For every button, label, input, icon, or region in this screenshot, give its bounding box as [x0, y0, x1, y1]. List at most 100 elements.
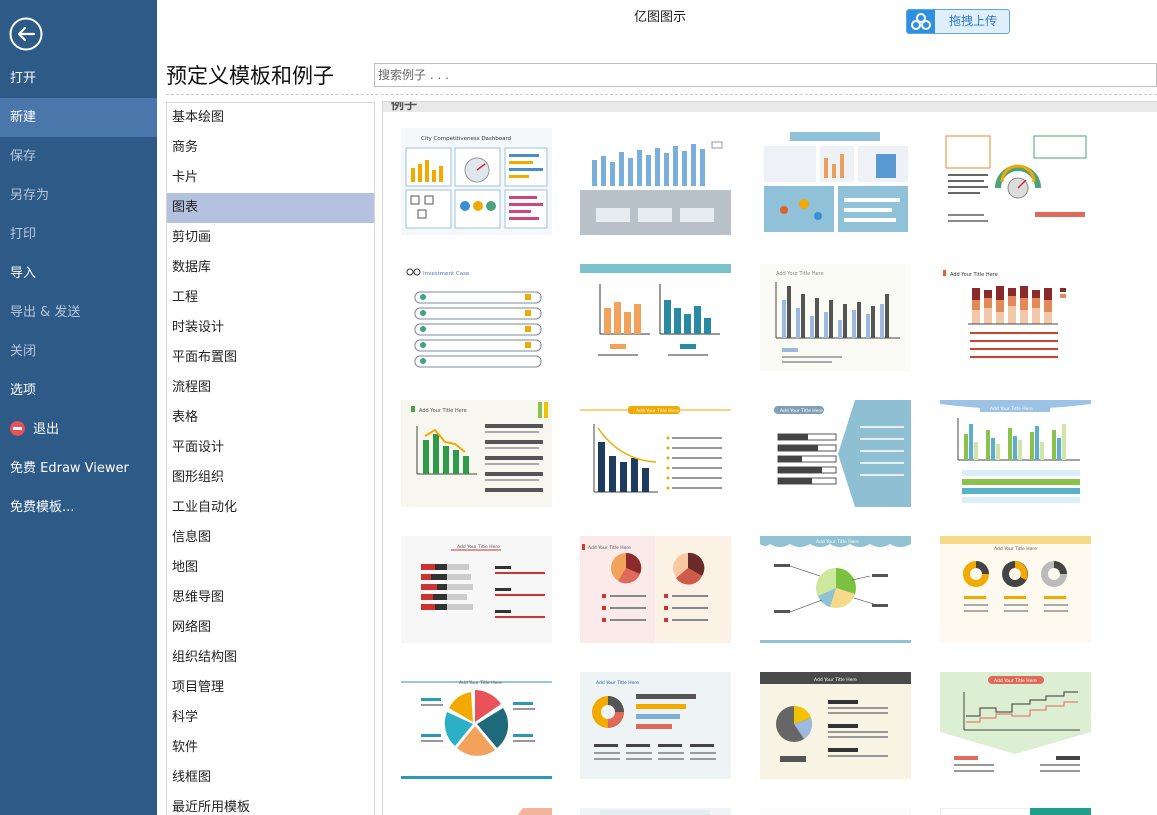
menu-close[interactable]: 关闭 [0, 332, 157, 371]
menu-print-label: 打印 [10, 227, 37, 242]
category-item[interactable]: 地图 [167, 553, 374, 583]
category-item[interactable]: 思维导图 [167, 583, 374, 613]
thumbnail-caption: City Competitiveness Dashboard [421, 136, 511, 142]
thumbnail-caption: Add Your Title Here [990, 406, 1033, 412]
category-item[interactable]: 流程图 [167, 373, 374, 403]
menu-import[interactable]: 导入 [0, 254, 157, 293]
menu-options-label: 选项 [10, 383, 37, 398]
menu-save[interactable]: 保存 [0, 137, 157, 176]
section-header: 例子 [383, 102, 1157, 112]
category-item[interactable]: 商务 [167, 133, 374, 163]
section-label: 例子 [391, 102, 418, 112]
template-thumbnail[interactable]: Add Your Title Here [760, 400, 911, 507]
category-item[interactable]: 网络图 [167, 613, 374, 643]
thumbnail-caption: Add Your Title Here [780, 408, 823, 414]
thumbnail-caption: Add Your Title Here [814, 677, 857, 683]
thumbnail-caption: Add Your Title Here [816, 539, 859, 545]
category-item[interactable]: 最近所用模板 [167, 793, 374, 815]
category-item[interactable]: 图形组织 [167, 463, 374, 493]
template-thumbnail[interactable]: Add Your Title Here [760, 672, 911, 779]
thumbnail-caption: Add Your Title Here [596, 680, 639, 686]
category-item[interactable]: 工程 [167, 283, 374, 313]
category-item-selected[interactable]: 图表 [167, 193, 374, 223]
menu-open-label: 打开 [10, 71, 37, 86]
menu-free-viewer-label: 免费 Edraw Viewer [10, 461, 129, 476]
category-item[interactable]: 时装设计 [167, 313, 374, 343]
search-examples-input[interactable] [374, 63, 1157, 87]
app-window: { "app": { "title": "亿图图示" }, "upload_bu… [0, 0, 1157, 815]
category-item[interactable]: 剪切画 [167, 223, 374, 253]
thumbnail-caption: Add Your Title Here [950, 272, 998, 278]
category-item[interactable]: 软件 [167, 733, 374, 763]
category-item[interactable]: 数据库 [167, 253, 374, 283]
upload-button[interactable]: 拖拽上传 [906, 9, 1010, 34]
template-thumbnail[interactable] [760, 808, 911, 815]
menu-options[interactable]: 选项 [0, 371, 157, 410]
menu-import-label: 导入 [10, 266, 37, 281]
category-item[interactable]: 线框图 [167, 763, 374, 793]
back-button[interactable] [9, 17, 43, 51]
template-thumbnail[interactable]: Add Your Title Here [760, 536, 911, 643]
thumbnail-caption: Add Your Title Here [419, 408, 467, 414]
category-list: 基本绘图 商务 卡片 图表 剪切画 数据库 工程 时装设计 平面布置图 流程图 … [166, 102, 375, 815]
thumbnail-caption: Add Your Title Here [457, 544, 500, 550]
thumbnail-caption: Add Your Title Here [994, 678, 1037, 684]
menu-export-send-label: 导出 & 发送 [10, 305, 81, 320]
thumbnail-caption: Investment Case [423, 271, 470, 277]
cloud-icon [907, 10, 935, 33]
menu-open[interactable]: 打开 [0, 59, 157, 98]
menu-save-as[interactable]: 另存为 [0, 176, 157, 215]
category-item[interactable]: 表格 [167, 403, 374, 433]
app-title: 亿图图示 [633, 10, 686, 25]
template-thumbnail[interactable]: Add Your Title Here [940, 672, 1091, 779]
thumbnail-caption: Add Your Title Here [776, 271, 824, 277]
category-item[interactable]: 项目管理 [167, 673, 374, 703]
template-thumbnail[interactable]: Add Your Title Here [401, 672, 552, 779]
template-thumbnail[interactable] [940, 128, 1091, 235]
thumbnail-caption: Add Your Title Here [636, 408, 679, 414]
menu-free-viewer[interactable]: 免费 Edraw Viewer [0, 449, 157, 488]
divider [166, 94, 1157, 95]
category-item[interactable]: 科学 [167, 703, 374, 733]
category-item[interactable]: 工业自动化 [167, 493, 374, 523]
thumbnail-caption: Add Your Title Here [459, 680, 502, 686]
upload-button-label: 拖拽上传 [948, 14, 997, 28]
template-thumbnail[interactable]: City Competitiveness Dashboard [401, 128, 552, 235]
template-thumbnail[interactable]: Add Your Title Here [580, 400, 731, 507]
category-item[interactable]: 信息图 [167, 523, 374, 553]
thumbnail-caption: Add Your Title Here [588, 545, 631, 551]
category-item[interactable]: 平面设计 [167, 433, 374, 463]
menu-save-label: 保存 [10, 149, 37, 164]
template-thumbnail[interactable]: Add Your Title Here [760, 264, 911, 371]
example-gallery: 例子 City Competitiveness Dashboard Invest… [382, 101, 1157, 815]
template-thumbnail[interactable]: Add Your Title Here [401, 536, 552, 643]
template-thumbnail[interactable] [580, 264, 731, 371]
category-item[interactable]: 平面布置图 [167, 343, 374, 373]
template-thumbnail[interactable] [580, 128, 731, 235]
category-item[interactable]: 基本绘图 [167, 103, 374, 133]
page-title: 预定义模板和例子 [166, 64, 334, 88]
template-thumbnail[interactable] [401, 808, 552, 815]
menu-print[interactable]: 打印 [0, 215, 157, 254]
template-thumbnail[interactable] [760, 128, 911, 235]
template-thumbnail[interactable] [580, 808, 731, 815]
menu-new[interactable]: 新建 [0, 98, 157, 137]
back-arrow-icon [9, 17, 43, 51]
template-thumbnail[interactable]: Add Your Title Here [580, 536, 731, 643]
menu-free-templates[interactable]: 免费模板... [0, 488, 157, 527]
template-thumbnail[interactable]: Investment Case [401, 264, 552, 371]
template-thumbnail[interactable]: Add Your Title Here [940, 536, 1091, 643]
category-item[interactable]: 卡片 [167, 163, 374, 193]
template-thumbnail[interactable]: Add Your Title Here [580, 672, 731, 779]
menu-exit[interactable]: 退出 [0, 410, 157, 449]
menu-export-send[interactable]: 导出 & 发送 [0, 293, 157, 332]
template-thumbnail[interactable] [940, 808, 1091, 815]
template-thumbnail[interactable]: Add Your Title Here [401, 400, 552, 507]
category-item[interactable]: 组织结构图 [167, 643, 374, 673]
menu-close-label: 关闭 [10, 344, 37, 359]
template-thumbnail[interactable]: Add Your Title Here [940, 264, 1091, 371]
menu-save-as-label: 另存为 [10, 188, 50, 203]
template-thumbnail[interactable]: Add Your Title Here [940, 400, 1091, 507]
menu-new-label: 新建 [10, 110, 37, 125]
thumbnail-caption: Add Your Title Here [994, 546, 1037, 552]
